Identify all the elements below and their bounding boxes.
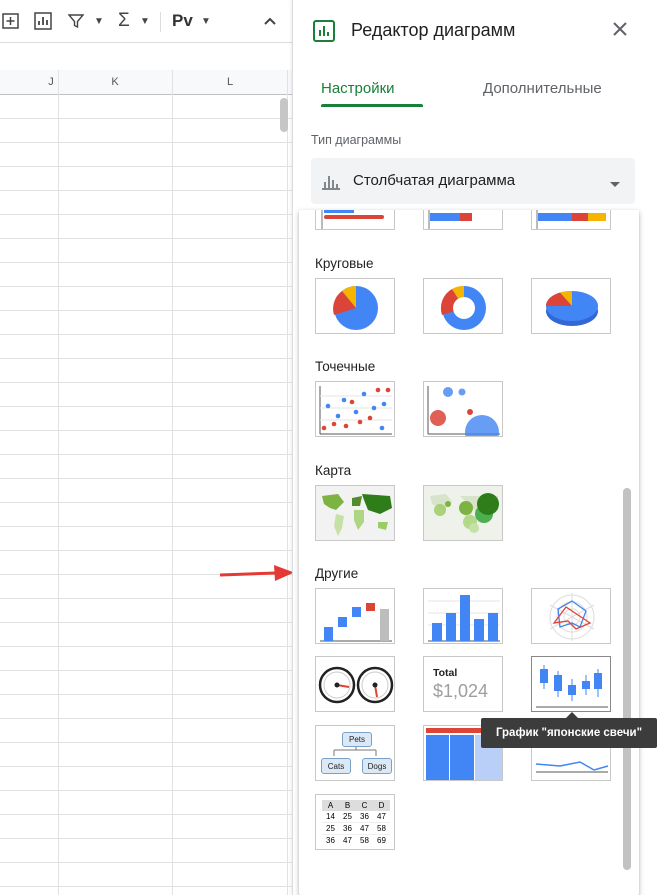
org-node-root: Pets (342, 732, 372, 747)
mini-table-cell: 69 (377, 836, 386, 845)
mini-table-cell: 25 (326, 824, 335, 833)
chevron-down-icon (609, 176, 621, 194)
section-scatter: Точечные (315, 359, 376, 374)
close-icon[interactable] (611, 20, 629, 43)
chart-editor-icon (313, 20, 335, 47)
column-l-label: L (226, 76, 234, 88)
input-tools-dropdown-icon[interactable]: ▼ (201, 10, 211, 32)
chart-editor-panel: Редактор диаграмм Настройки Дополнительн… (292, 0, 662, 895)
functions-dropdown-icon[interactable]: ▼ (140, 10, 150, 32)
column-header-k[interactable]: K (58, 70, 173, 94)
insert-chart-icon[interactable] (34, 10, 52, 32)
mini-table-cell: 47 (343, 836, 352, 845)
chart-option-gauge[interactable] (315, 656, 395, 712)
mini-table-header: A B C D (322, 800, 390, 811)
panel-title: Редактор диаграмм (351, 20, 516, 40)
chart-option-org[interactable]: Pets Cats Dogs (315, 725, 395, 781)
grid-line (172, 70, 173, 895)
mini-table-header-cell: A (327, 801, 334, 810)
chart-option-donut[interactable] (423, 278, 503, 334)
chart-option-waterfall[interactable] (315, 588, 395, 644)
bar-chart-icon (321, 172, 341, 195)
mini-table-cell: 47 (360, 824, 369, 833)
section-other: Другие (315, 566, 359, 581)
chart-type-dropdown: Круговые Точечные Карта Другие Total $1,… (299, 210, 639, 895)
filter-dropdown-icon[interactable]: ▼ (94, 10, 104, 32)
section-map: Карта (315, 463, 352, 478)
dropdown-scrollbar[interactable] (623, 488, 631, 870)
mini-table-cell: 25 (343, 812, 352, 821)
chart-type-label: Тип диаграммы (311, 133, 402, 147)
chart-type-select[interactable]: Столбчатая диаграмма (311, 158, 635, 204)
mini-table-cell: 47 (377, 812, 386, 821)
tab-customize[interactable]: Дополнительные (483, 80, 602, 97)
column-header-j[interactable]: J (0, 70, 59, 94)
scorecard-value: $1,024 (433, 681, 489, 701)
mini-table-header-cell: C (361, 801, 368, 810)
scorecard-title: Total (433, 667, 458, 679)
chart-option-radar[interactable] (531, 588, 611, 644)
functions-icon[interactable]: Σ (118, 10, 130, 32)
mini-table-row: 14 25 36 47 (322, 811, 390, 823)
chart-option-table[interactable]: A B C D 14 25 36 47 25 36 47 58 36 47 58… (315, 794, 395, 850)
active-tab-indicator (321, 104, 423, 107)
spreadsheet-area: ▼ Σ ▼ Рv ▼ J K L (0, 0, 292, 895)
chart-option-scatter[interactable] (315, 381, 395, 437)
mini-table-header-cell: B (344, 801, 351, 810)
grid-line (58, 70, 59, 895)
toolbar: ▼ Σ ▼ Рv ▼ (0, 0, 292, 43)
chart-option-histogram[interactable] (423, 588, 503, 644)
column-j-label: J (48, 76, 54, 88)
mini-table: A B C D 14 25 36 47 25 36 47 58 36 47 58… (322, 800, 390, 846)
toolbar-divider (160, 12, 161, 32)
insert-comment-icon[interactable] (2, 10, 20, 32)
chart-option-scorecard[interactable]: Total $1,024 (423, 656, 503, 712)
chart-option-bubble[interactable] (423, 381, 503, 437)
chart-option-bar[interactable] (315, 210, 395, 230)
chart-option-candlestick[interactable] (531, 656, 611, 712)
collapse-toolbar-icon[interactable] (262, 10, 278, 32)
org-node-left: Cats (321, 758, 351, 774)
cell-grid[interactable] (0, 95, 292, 895)
tab-settings[interactable]: Настройки (321, 80, 395, 97)
section-pie: Круговые (315, 256, 374, 271)
grid-line (287, 70, 288, 895)
tooltip-candlestick: График "японские свечи" (481, 718, 657, 748)
chart-option-geo-map[interactable] (315, 485, 395, 541)
chart-type-value: Столбчатая диаграмма (353, 172, 516, 189)
chart-option-pie[interactable] (315, 278, 395, 334)
input-tools-label: Рv (172, 11, 193, 30)
org-node-right: Dogs (362, 758, 392, 774)
sheet-scrollbar[interactable] (280, 98, 288, 132)
chart-option-100-stacked-bar[interactable] (531, 210, 611, 230)
input-tools-button[interactable]: Рv (172, 10, 193, 32)
mini-table-cell: 36 (326, 836, 335, 845)
column-header-l[interactable]: L (173, 70, 288, 94)
mini-table-row: 36 47 58 69 (322, 835, 390, 846)
column-headers: J K L (0, 70, 292, 95)
mini-table-row: 25 36 47 58 (322, 823, 390, 835)
filter-icon[interactable] (68, 10, 84, 32)
mini-table-header-cell: D (378, 801, 385, 810)
chart-option-3d-pie[interactable] (531, 278, 611, 334)
red-arrow-annotation (219, 565, 294, 581)
mini-table-cell: 58 (360, 836, 369, 845)
chart-option-stacked-bar[interactable] (423, 210, 503, 230)
mini-table-cell: 36 (360, 812, 369, 821)
column-k-label: K (111, 76, 119, 88)
mini-table-cell: 58 (377, 824, 386, 833)
mini-table-cell: 36 (343, 824, 352, 833)
chart-option-geo-bubble-map[interactable] (423, 485, 503, 541)
mini-table-cell: 14 (326, 812, 335, 821)
sum-symbol: Σ (118, 10, 130, 31)
